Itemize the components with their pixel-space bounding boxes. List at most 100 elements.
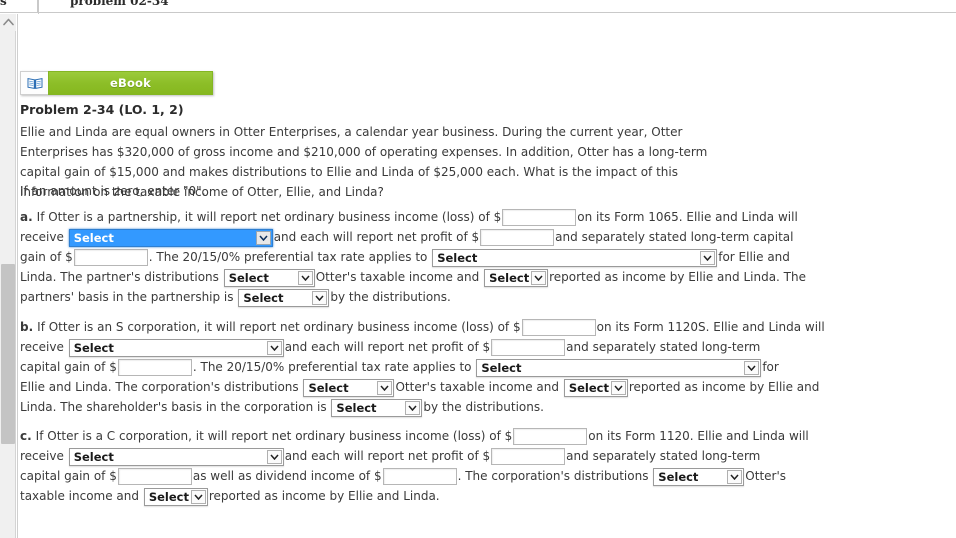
part-b: b. If Otter is an S corporation, it will … — [20, 317, 825, 417]
part-b-select-5[interactable]: Select — [331, 398, 423, 417]
part-c-text-11: reported as income by Ellie and Linda. — [208, 489, 440, 503]
part-c-net-income-input[interactable] — [513, 428, 588, 445]
part-a-net-profit-input[interactable] — [480, 229, 555, 246]
part-b-text-13: by the distributions. — [423, 400, 544, 414]
part-b-select-4-value: Select — [568, 380, 609, 395]
part-b-select-4[interactable]: Select — [563, 378, 628, 397]
part-b-ltcg-input[interactable] — [117, 359, 192, 376]
chevron-down-icon — [312, 290, 328, 305]
part-c-text-6: capital gain of $ — [20, 469, 117, 483]
part-b-text-5: and separately stated long-term — [566, 340, 761, 354]
vertical-scrollbar[interactable] — [0, 14, 16, 538]
chevron-down-icon — [266, 449, 282, 464]
part-c-select-3[interactable]: Select — [143, 487, 208, 506]
part-a-select-2[interactable]: Select — [432, 248, 718, 267]
part-c-text-10: taxable income and — [20, 489, 140, 503]
part-a-line-4: Linda. The partner's distributions Selec… — [20, 267, 806, 287]
part-c-net-profit-input[interactable] — [491, 448, 566, 465]
part-a-text-7: . The 20/15/0% preferential tax rate app… — [148, 250, 428, 264]
chevron-down-icon — [190, 489, 206, 504]
part-b-select-2-value: Select — [481, 360, 522, 375]
part-c-select-2-value: Select — [658, 469, 699, 484]
part-a: a. If Otter is a partnership, it will rep… — [20, 207, 806, 307]
part-b-text-2: on its Form 1120S. Ellie and Linda will — [596, 320, 825, 334]
part-c-ltcg-input[interactable] — [117, 468, 192, 485]
part-c-select-1[interactable]: Select — [68, 447, 284, 466]
part-a-text-8: for Ellie and — [718, 250, 790, 264]
part-b-text-1: If Otter is an S corporation, it will re… — [37, 320, 521, 334]
part-b-select-1[interactable]: Select — [68, 338, 284, 357]
part-c-line-3: capital gain of $ as well as dividend inc… — [20, 466, 786, 486]
part-b-text-12: Linda. The shareholder's basis in the co… — [20, 400, 327, 414]
scroll-up-button[interactable] — [0, 14, 16, 31]
chevron-down-icon — [297, 270, 313, 285]
chevron-down-icon — [744, 360, 760, 375]
part-a-net-income-input[interactable] — [502, 209, 577, 226]
part-b-select-3[interactable]: Select — [303, 378, 395, 397]
part-b-line-4: Ellie and Linda. The corporation's distr… — [20, 377, 819, 397]
part-b-select-2[interactable]: Select — [476, 358, 762, 377]
chevron-down-icon — [700, 250, 716, 265]
part-b-text-10: Otter's taxable income and — [395, 380, 560, 394]
chevron-down-icon — [610, 380, 626, 395]
part-b-marker: b. — [20, 320, 34, 334]
part-a-select-3[interactable]: Select — [223, 268, 315, 287]
part-c-line-2: receive Select and each will report net … — [20, 446, 760, 466]
part-a-select-2-value: Select — [437, 250, 478, 265]
part-c-select-1-value: Select — [73, 449, 114, 464]
part-a-select-4[interactable]: Select — [484, 268, 549, 287]
part-b-net-income-input[interactable] — [521, 319, 596, 336]
part-c-dividend-input[interactable] — [382, 468, 457, 485]
chevron-down-icon — [266, 340, 282, 355]
part-a-ltcg-input[interactable] — [73, 249, 148, 266]
part-a-select-4-value: Select — [489, 270, 530, 285]
part-b-select-3-value: Select — [308, 380, 349, 395]
chevron-down-icon — [377, 380, 393, 395]
part-a-select-5[interactable]: Select — [238, 288, 330, 307]
part-c-text-8: . The corporation's distributions — [457, 469, 649, 483]
part-c-text-4: and each will report net profit of $ — [284, 449, 491, 463]
chevron-down-icon — [255, 230, 271, 245]
part-b-text-11: reported as income by Ellie and — [628, 380, 820, 394]
browser-tab-strip: s problem 02-34 — [0, 0, 956, 13]
part-c-text-3: receive — [20, 449, 64, 463]
scrollbar-thumb[interactable] — [1, 264, 15, 444]
part-b-line-2: receive Select and each will report net … — [20, 337, 760, 357]
part-a-line-1: a. If Otter is a partnership, it will rep… — [20, 207, 798, 227]
part-c-text-2: on its Form 1120. Ellie and Linda will — [588, 429, 809, 443]
part-c-text-1: If Otter is a C corporation, it will rep… — [35, 429, 513, 443]
part-b-text-8: for — [762, 360, 779, 374]
part-b-text-4: and each will report net profit of $ — [284, 340, 491, 354]
part-a-select-1[interactable]: Select — [68, 228, 273, 247]
chevron-up-icon — [2, 18, 14, 26]
part-a-text-1: If Otter is a partnership, it will repor… — [36, 210, 502, 224]
part-b-line-5: Linda. The shareholder's basis in the co… — [20, 397, 750, 417]
part-a-text-9: Linda. The partner's distributions — [20, 270, 219, 284]
ebook-control[interactable]: eBook — [20, 71, 213, 95]
part-b-line-1: b. If Otter is an S corporation, it will … — [20, 317, 825, 337]
part-a-select-1-value: Select — [73, 230, 114, 245]
part-a-line-5: partners' basis in the partnership is Se… — [20, 287, 750, 307]
part-a-select-5-value: Select — [243, 290, 284, 305]
problem-instruction: If an amount is zero, enter "0". — [20, 184, 206, 198]
part-c-select-3-value: Select — [148, 489, 189, 504]
part-a-text-12: partners' basis in the partnership is — [20, 290, 234, 304]
part-c-text-9: Otter's — [745, 469, 787, 483]
page-root: s problem 02-34 eBook Problem 2-34 (LO. … — [0, 0, 956, 538]
ebook-button[interactable]: eBook — [48, 71, 213, 95]
part-a-marker: a. — [20, 210, 33, 224]
part-b-net-profit-input[interactable] — [491, 339, 566, 356]
part-c-line-4: taxable income and Select reported as in… — [20, 486, 750, 506]
part-a-text-3: receive — [20, 230, 64, 244]
part-c-text-7: as well as dividend income of $ — [192, 469, 382, 483]
part-a-text-6: gain of $ — [20, 250, 73, 264]
chevron-down-icon — [727, 469, 743, 484]
chevron-down-icon — [405, 400, 421, 415]
part-b-select-1-value: Select — [73, 340, 114, 355]
part-c-select-2[interactable]: Select — [653, 467, 745, 486]
part-b-line-3: capital gain of $ . The 20/15/0% preferen… — [20, 357, 779, 377]
book-icon — [20, 71, 48, 95]
tab-label-truncated-left: s — [0, 0, 7, 8]
part-b-text-7: . The 20/15/0% preferential tax rate app… — [192, 360, 472, 374]
tab-strip-left-cell: s — [0, 0, 38, 12]
